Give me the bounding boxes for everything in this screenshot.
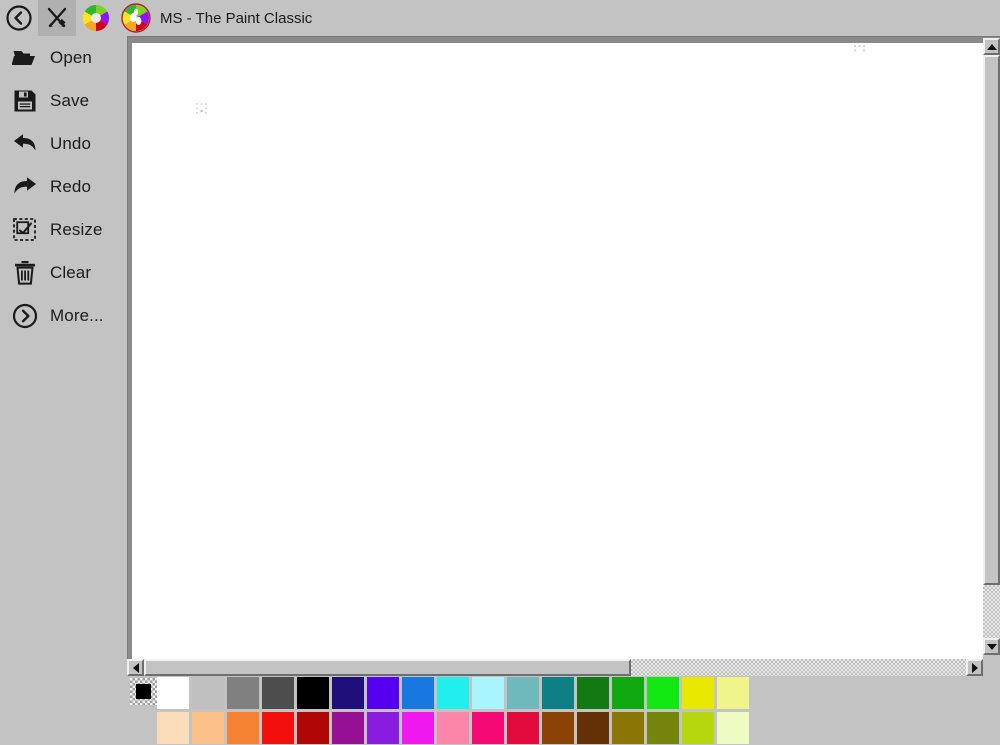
sidebar-item-undo[interactable]: Undo	[0, 122, 128, 165]
palette-swatch[interactable]	[437, 677, 469, 709]
scroll-right-button[interactable]	[966, 659, 983, 676]
horizontal-scroll-thumb[interactable]	[144, 659, 631, 676]
sidebar: Open Save Undo Redo Resize Clear More...	[0, 36, 128, 745]
palette-swatch[interactable]	[402, 677, 434, 709]
palette-swatch[interactable]	[262, 712, 294, 744]
palette-swatch[interactable]	[612, 712, 644, 744]
sidebar-item-label: Redo	[50, 176, 92, 196]
palette-swatch[interactable]	[647, 677, 679, 709]
floppy-disk-icon	[10, 86, 40, 116]
palette-swatch[interactable]	[367, 677, 399, 709]
sidebar-item-label: Undo	[50, 133, 92, 153]
current-color-indicator[interactable]	[130, 678, 157, 705]
back-circle-icon	[6, 5, 32, 31]
color-wheel-button[interactable]	[76, 0, 116, 36]
sidebar-item-label: Clear	[50, 262, 92, 282]
palette-swatch[interactable]	[297, 712, 329, 744]
trash-can-icon	[10, 258, 40, 288]
palette-swatch[interactable]	[332, 712, 364, 744]
triangle-up-icon	[986, 43, 997, 50]
palette-swatch[interactable]	[717, 677, 749, 709]
palette-swatch[interactable]	[192, 712, 224, 744]
palette-swatch[interactable]	[682, 677, 714, 709]
palette-swatch[interactable]	[192, 677, 224, 709]
palette-swatch[interactable]	[437, 712, 469, 744]
tools-button[interactable]	[38, 0, 76, 36]
app-icon-button[interactable]	[116, 0, 156, 36]
palette-swatch[interactable]	[717, 712, 749, 744]
palette-row-0	[157, 677, 749, 709]
sidebar-item-redo[interactable]: Redo	[0, 165, 128, 208]
palette-swatch[interactable]	[227, 677, 259, 709]
sidebar-item-label: Save	[50, 90, 90, 110]
horizontal-scroll-track[interactable]	[631, 659, 966, 676]
drawing-canvas[interactable]	[132, 43, 983, 661]
palette-swatch[interactable]	[612, 677, 644, 709]
triangle-down-icon	[986, 643, 997, 650]
sidebar-item-label: Open	[50, 47, 92, 67]
sidebar-item-clear[interactable]: Clear	[0, 251, 128, 294]
palette-swatch[interactable]	[577, 677, 609, 709]
vertical-scroll-track[interactable]	[983, 585, 1000, 638]
palette-swatch[interactable]	[542, 677, 574, 709]
palette-swatch[interactable]	[647, 712, 679, 744]
titlebar: MS - The Paint Classic	[0, 0, 1000, 36]
palette-swatch[interactable]	[507, 677, 539, 709]
palette-swatch[interactable]	[507, 712, 539, 744]
resize-dashed-box-icon	[10, 215, 40, 245]
brush-pencil-cross-icon	[47, 7, 67, 28]
vertical-scroll-thumb[interactable]	[983, 55, 1000, 585]
color-wheel-icon	[82, 4, 110, 32]
palette-swatch[interactable]	[157, 677, 189, 709]
paint-app-window: MS - The Paint Classic Open Save Undo Re…	[0, 0, 1000, 745]
sidebar-item-label: Resize	[50, 219, 103, 239]
scroll-left-button[interactable]	[127, 659, 144, 676]
cursor-marker-secondary-icon	[854, 45, 865, 52]
triangle-right-icon	[971, 662, 978, 673]
palette-swatch[interactable]	[542, 712, 574, 744]
folder-open-icon	[10, 43, 40, 73]
scroll-up-button[interactable]	[983, 38, 1000, 55]
cursor-marker-icon	[196, 103, 207, 114]
horizontal-scrollbar[interactable]	[127, 659, 983, 676]
palette-swatch[interactable]	[262, 677, 294, 709]
palette-swatch[interactable]	[227, 712, 259, 744]
chevron-right-circle-icon	[10, 301, 40, 331]
palette-swatch[interactable]	[472, 677, 504, 709]
current-color-swatch	[136, 684, 151, 699]
palette-swatch[interactable]	[472, 712, 504, 744]
palette-swatch[interactable]	[157, 712, 189, 744]
sidebar-item-label: More...	[50, 305, 104, 325]
scroll-down-button[interactable]	[983, 638, 1000, 655]
canvas-frame	[127, 36, 1000, 676]
sidebar-item-open[interactable]: Open	[0, 36, 128, 79]
palette-swatch[interactable]	[297, 677, 329, 709]
sidebar-item-more[interactable]: More...	[0, 294, 128, 337]
vertical-scrollbar[interactable]	[983, 38, 1000, 677]
palette-swatch[interactable]	[682, 712, 714, 744]
paint-classic-app-icon	[121, 3, 151, 33]
window-title: MS - The Paint Classic	[160, 9, 313, 27]
sidebar-item-resize[interactable]: Resize	[0, 208, 128, 251]
color-palette	[127, 676, 1000, 745]
palette-swatch[interactable]	[332, 677, 364, 709]
palette-swatch[interactable]	[577, 712, 609, 744]
redo-arrow-icon	[10, 172, 40, 202]
palette-swatch[interactable]	[367, 712, 399, 744]
undo-arrow-icon	[10, 129, 40, 159]
palette-row-1	[157, 712, 749, 744]
triangle-left-icon	[132, 662, 139, 673]
back-button[interactable]	[0, 0, 38, 36]
sidebar-item-save[interactable]: Save	[0, 79, 128, 122]
palette-swatch[interactable]	[402, 712, 434, 744]
